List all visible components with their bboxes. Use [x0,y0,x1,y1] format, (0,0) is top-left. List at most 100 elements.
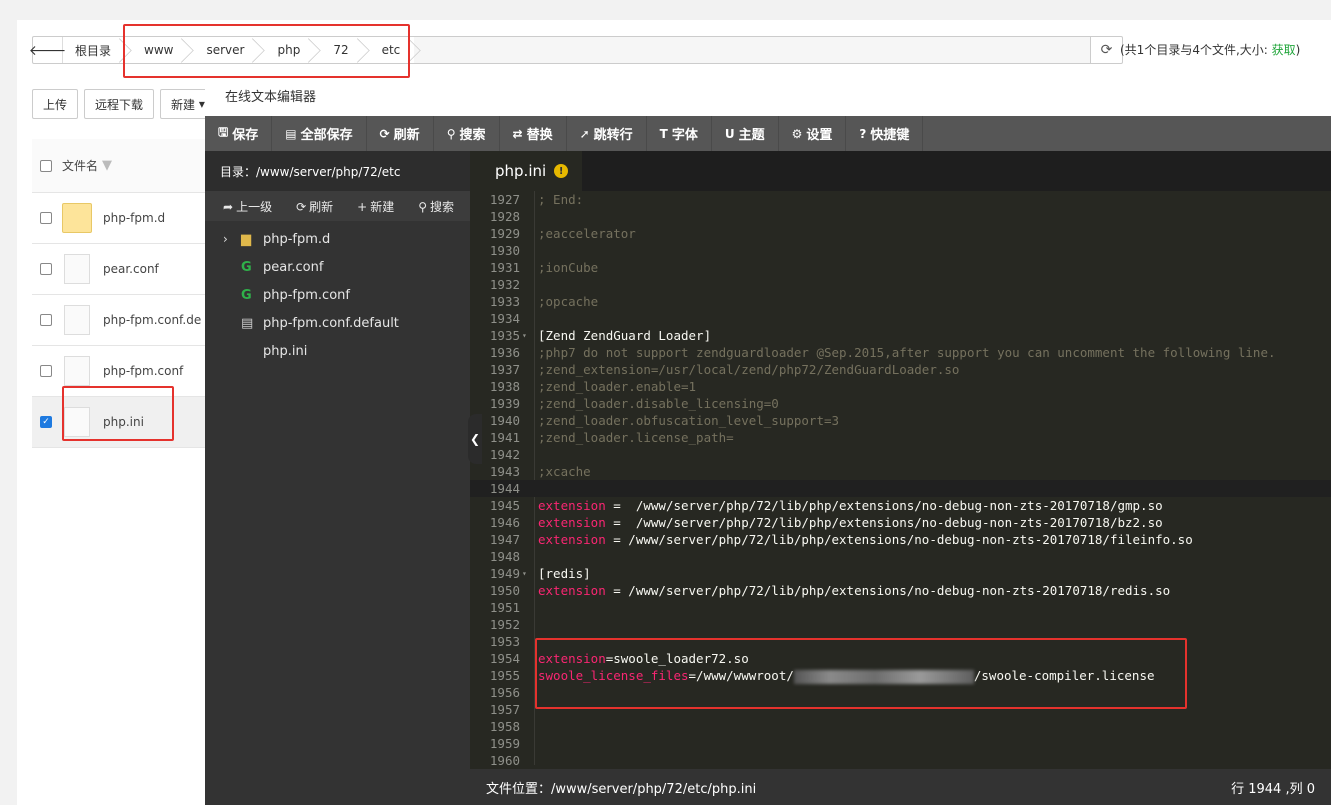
file-name[interactable]: pear.conf [103,262,159,276]
sidebar-refresh-button[interactable]: ⟳ 刷新 [296,198,333,215]
save-all-button[interactable]: ▤ 全部保存 [272,116,367,151]
code-line[interactable]: 1942 [470,446,1331,463]
back-button[interactable]: 🡐 [29,37,66,63]
code-line[interactable]: 1952 [470,616,1331,633]
code-line[interactable]: 1939 ;zend_loader.disable_licensing=0 [470,395,1331,412]
line-text: ;zend_loader.enable=1 [534,378,696,395]
code-line[interactable]: 1947 extension = /www/server/php/72/lib/p… [470,531,1331,548]
theme-button[interactable]: U 主题 [712,116,779,151]
code-line[interactable]: 1949 ▾ [redis] [470,565,1331,582]
line-text: ;opcache [534,293,598,310]
path-input[interactable] [414,37,1090,63]
code-line[interactable]: 1959 [470,735,1331,752]
upload-button[interactable]: 上传 [32,89,79,119]
code-line[interactable]: 1941 ;zend_loader.license_path= [470,429,1331,446]
collapse-sidebar-button[interactable]: ❮ [468,414,482,464]
tree-item[interactable]: › ▆ php-fpm.d [205,225,470,253]
line-text: [redis] [534,565,591,582]
sidebar-up-level-button[interactable]: ➦ 上一级 [223,198,272,215]
tree-item[interactable]: Gpear.conf [205,253,470,281]
fold-gutter [522,395,534,412]
comment-text: ;eaccelerator [538,226,636,241]
get-size-link[interactable]: 获取 [1272,43,1296,57]
sidebar-plus-button[interactable]: + 新建 [357,198,394,215]
line-number: 1950 [489,583,520,598]
row-checkbox[interactable] [40,314,52,326]
fold-gutter [522,599,534,616]
column-header-filename[interactable]: 文件名 [62,157,98,174]
tree-item[interactable]: ▤ php-fpm.conf.default [205,309,470,337]
select-all-checkbox[interactable] [40,159,52,172]
file-name[interactable]: php-fpm.conf [103,364,183,378]
code-line[interactable]: 1940 ;zend_loader.obfuscation_level_suppo… [470,412,1331,429]
code-line[interactable]: 1943 ;xcache [470,463,1331,480]
replace-button[interactable]: ⇄ 替换 [500,116,567,151]
fold-arrow-icon[interactable]: ▾ [522,565,534,582]
fold-gutter [522,446,534,463]
search-button[interactable]: ⚲ 搜索 [434,116,500,151]
tree-item[interactable]: php.ini [205,337,470,365]
file-name[interactable]: php-fpm.d [103,211,165,225]
code-line[interactable]: 1946 extension = /www/server/php/72/lib/p… [470,514,1331,531]
warning-icon: ! [554,164,569,178]
code-line[interactable]: 1950 extension = /www/server/php/72/lib/p… [470,582,1331,599]
fold-arrow-icon[interactable]: ▾ [522,327,534,344]
refresh-button[interactable]: ⟳ 刷新 [367,116,434,151]
help-button[interactable]: ? 快捷键 [846,116,924,151]
fold-gutter [522,191,534,208]
code-line[interactable]: 1931 ;ionCube [470,259,1331,276]
line-text [534,718,538,735]
line-text: [Zend ZendGuard Loader] [534,327,711,344]
line-text [534,735,538,752]
tree-item[interactable]: Gphp-fpm.conf [205,281,470,309]
line-number: 1931 [489,260,520,275]
code-line[interactable]: 1936 ;php7 do not support zendguardloader… [470,344,1331,361]
line-number: 1948 [489,549,520,564]
folder-icon [62,203,92,233]
code-line[interactable]: 1960 [470,752,1331,769]
code-line[interactable]: 1938 ;zend_loader.enable=1 [470,378,1331,395]
sidebar-search-button[interactable]: ⚲ 搜索 [418,198,454,215]
save-button[interactable]: 🖫 保存 [205,116,273,151]
code-line[interactable]: 1927 ; End: [470,191,1331,208]
file-name[interactable]: php-fpm.conf.de [103,313,201,327]
toolbar-label: 快捷键 [870,128,910,143]
code-line[interactable]: 1928 [470,208,1331,225]
code-line[interactable]: 1934 [470,310,1331,327]
code-line[interactable]: 1958 [470,718,1331,735]
goto-line-button[interactable]: ➚ 跳转行 [567,116,647,151]
code-line[interactable]: 1951 [470,599,1331,616]
line-text: extension = /www/server/php/72/lib/php/e… [534,514,1163,531]
line-number: 1928 [489,209,520,224]
row-checkbox[interactable] [40,263,52,275]
fold-gutter [522,514,534,531]
code-line[interactable]: 1935 ▾ [Zend ZendGuard Loader] [470,327,1331,344]
code-line[interactable]: 1929 ;eaccelerator [470,225,1331,242]
code-line[interactable]: 1930 [470,242,1331,259]
row-checkbox[interactable] [40,212,52,224]
fold-gutter [522,531,534,548]
editor-toolbar: 🖫 保存 ▤ 全部保存 ⟳ 刷新 ⚲ 搜索 ⇄ 替换 ➚ 跳转行 T 字体 U 主题 ⚙ 设置? 快捷键 [205,116,1331,151]
line-text: ;php7 do not support zendguardloader @Se… [534,344,1276,361]
code-line[interactable]: 1932 [470,276,1331,293]
line-number: 1930 [489,243,520,258]
file-row[interactable]: php-fpm.conf.de [32,295,232,346]
file-row[interactable]: pear.conf [32,244,232,295]
tab-label: php.ini [495,162,547,180]
remote-download-button[interactable]: 远程下载 [84,89,155,119]
file-row[interactable]: php-fpm.d [32,193,232,244]
code-line[interactable]: 1948 [470,548,1331,565]
font-button[interactable]: T 字体 [647,116,712,151]
fold-gutter [522,633,534,650]
code-line[interactable]: 1945 extension = /www/server/php/72/lib/p… [470,497,1331,514]
settings-button[interactable]: ⚙ 设置 [779,116,847,151]
fold-gutter [522,718,534,735]
code-line[interactable]: 1933 ;opcache [470,293,1331,310]
code-line[interactable]: 1937 ;zend_extension=/usr/local/zend/php7… [470,361,1331,378]
row-checkbox[interactable] [40,365,52,377]
breadcrumb-root[interactable]: 根目录 [63,37,125,63]
refresh-button[interactable]: ⟳ [1090,37,1122,63]
code-line[interactable]: 1944 [470,480,1331,497]
tab-php-ini[interactable]: php.ini ! [470,151,583,191]
row-checkbox-checked[interactable]: ✓ [40,416,52,428]
